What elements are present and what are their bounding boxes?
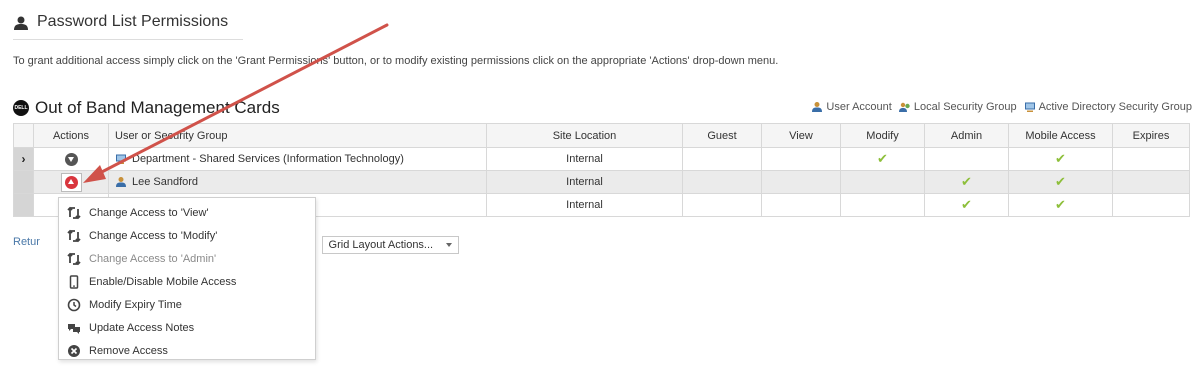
expires-cell bbox=[1112, 147, 1190, 171]
menu-item-expiry-time[interactable]: Modify Expiry Time bbox=[59, 293, 315, 316]
swap-icon bbox=[67, 252, 81, 266]
mobile-cell: ✔ bbox=[1008, 193, 1113, 217]
modify-cell bbox=[840, 193, 925, 217]
column-header-admin[interactable]: Admin bbox=[924, 123, 1009, 148]
legend-ad-group: Active Directory Security Group bbox=[1024, 101, 1192, 113]
row-expander[interactable] bbox=[13, 193, 34, 217]
user-account-icon bbox=[812, 102, 823, 112]
local-group-icon bbox=[898, 102, 910, 112]
actions-dropdown-button[interactable] bbox=[64, 152, 78, 166]
grid-layout-actions-select[interactable]: Grid Layout Actions... bbox=[321, 236, 459, 254]
guest-cell bbox=[682, 193, 762, 217]
user-cell: Lee Sandford bbox=[108, 170, 487, 194]
expires-cell bbox=[1112, 170, 1190, 194]
menu-item-access-notes[interactable]: Update Access Notes bbox=[59, 316, 315, 339]
menu-item-change-modify[interactable]: Change Access to 'Modify' bbox=[59, 224, 315, 247]
chevron-down-icon bbox=[445, 243, 452, 247]
menu-item-change-view[interactable]: Change Access to 'View' bbox=[59, 201, 315, 224]
section-title: Out of Band Management Cards bbox=[35, 98, 280, 117]
user-cell: Department - Shared Services (Informatio… bbox=[108, 147, 487, 171]
mobile-cell: ✔ bbox=[1008, 147, 1113, 171]
site-cell: Internal bbox=[486, 170, 683, 194]
table-row: › Department - Shared Services (Informat… bbox=[13, 147, 1190, 171]
column-header-view[interactable]: View bbox=[761, 123, 841, 148]
site-cell: Internal bbox=[486, 147, 683, 171]
notes-icon bbox=[67, 321, 81, 335]
view-cell bbox=[761, 170, 841, 194]
column-header-modify[interactable]: Modify bbox=[840, 123, 925, 148]
row-expander[interactable] bbox=[13, 170, 34, 194]
legend-user-account: User Account bbox=[811, 101, 892, 113]
column-header-expires[interactable]: Expires bbox=[1112, 123, 1190, 148]
expander-header bbox=[13, 123, 34, 148]
mobile-icon bbox=[67, 274, 81, 289]
admin-cell bbox=[924, 147, 1009, 171]
ad-group-icon bbox=[116, 154, 126, 164]
user-account-icon bbox=[116, 177, 126, 187]
guest-cell bbox=[682, 170, 762, 194]
legend: User Account Local Security Group Active… bbox=[811, 101, 1192, 113]
grid-header-row: Actions User or Security Group Site Loca… bbox=[13, 123, 1190, 148]
menu-item-change-admin[interactable]: Change Access to 'Admin' bbox=[59, 247, 315, 270]
view-cell bbox=[761, 193, 841, 217]
actions-cell bbox=[33, 147, 109, 171]
legend-local-group: Local Security Group bbox=[898, 101, 1017, 113]
remove-icon bbox=[67, 344, 81, 358]
column-header-mobile[interactable]: Mobile Access bbox=[1008, 123, 1113, 148]
ad-group-icon bbox=[1024, 102, 1035, 112]
page-title: Password List Permissions bbox=[37, 13, 229, 30]
admin-cell: ✔ bbox=[924, 170, 1009, 194]
actions-cell bbox=[33, 170, 109, 194]
modify-cell bbox=[840, 170, 925, 194]
actions-menu: Change Access to 'View' Change Access to… bbox=[58, 197, 316, 360]
return-link[interactable]: Retur bbox=[13, 236, 40, 248]
row-expander[interactable]: › bbox=[13, 147, 34, 171]
menu-item-remove-access[interactable]: Remove Access bbox=[59, 339, 315, 362]
admin-cell: ✔ bbox=[924, 193, 1009, 217]
table-row: Lee Sandford Internal ✔ ✔ bbox=[13, 170, 1190, 194]
column-header-actions[interactable]: Actions bbox=[33, 123, 109, 148]
view-cell bbox=[761, 147, 841, 171]
swap-icon bbox=[67, 206, 81, 220]
column-header-site[interactable]: Site Location bbox=[486, 123, 683, 148]
clock-icon bbox=[67, 298, 81, 312]
user-icon bbox=[14, 16, 28, 30]
column-header-guest[interactable]: Guest bbox=[682, 123, 762, 148]
dell-logo-icon: DELL bbox=[13, 100, 29, 116]
intro-text: To grant additional access simply click … bbox=[13, 55, 779, 67]
swap-icon bbox=[67, 229, 81, 243]
guest-cell bbox=[682, 147, 762, 171]
modify-cell: ✔ bbox=[840, 147, 925, 171]
site-cell: Internal bbox=[486, 193, 683, 217]
actions-dropdown-button[interactable] bbox=[64, 175, 78, 189]
column-header-user[interactable]: User or Security Group bbox=[108, 123, 487, 148]
mobile-cell: ✔ bbox=[1008, 170, 1113, 194]
menu-item-mobile-access[interactable]: Enable/Disable Mobile Access bbox=[59, 270, 315, 293]
page-header: Password List Permissions bbox=[13, 12, 243, 40]
expires-cell bbox=[1112, 193, 1190, 217]
